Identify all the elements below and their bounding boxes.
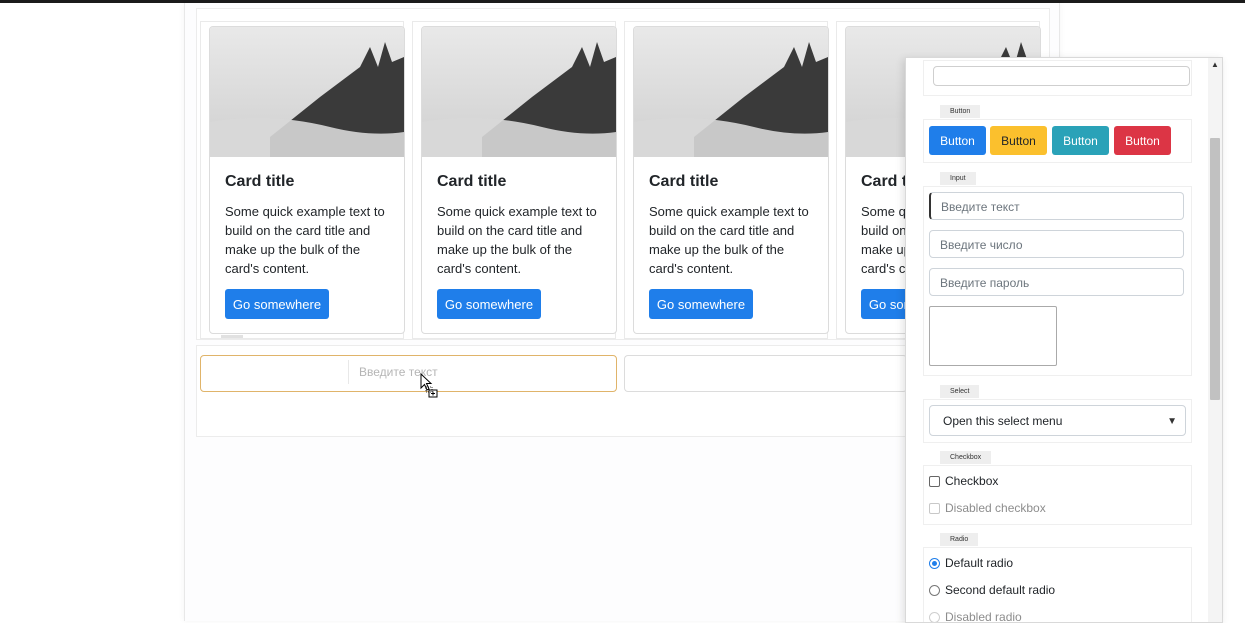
go-somewhere-button[interactable]: Go somewhere	[649, 289, 753, 319]
card: Card title Some quick example text to bu…	[633, 26, 829, 334]
card: Card title Some quick example text to bu…	[421, 26, 617, 334]
scrollbar-thumb[interactable]	[1210, 138, 1220, 400]
info-button[interactable]: Button	[1052, 126, 1109, 155]
section-label-input: Input	[940, 172, 976, 185]
second-radio-label: Second default radio	[945, 583, 1056, 597]
drag-copy-cursor-icon	[420, 373, 438, 398]
go-somewhere-button[interactable]: Go somewhere	[437, 289, 541, 319]
second-input-slot[interactable]	[624, 355, 907, 392]
select-selected-value: Open this select menu	[943, 414, 1063, 428]
checkbox[interactable]	[929, 476, 940, 487]
scroll-up-arrow-icon[interactable]: ▲	[1210, 61, 1220, 69]
card: Card title Some quick example text to bu…	[209, 26, 405, 334]
second-radio[interactable]	[929, 585, 940, 596]
go-somewhere-button[interactable]: Go somewhere	[225, 289, 329, 319]
top-component-field[interactable]	[933, 66, 1190, 86]
disabled-checkbox-label: Disabled checkbox	[945, 501, 1046, 515]
card-title: Card title	[225, 173, 295, 190]
card-image	[634, 27, 828, 157]
textarea[interactable]	[929, 306, 1057, 366]
select-menu[interactable]: Open this select menu ▼	[929, 405, 1186, 436]
default-radio[interactable]	[929, 558, 940, 569]
disabled-radio	[929, 612, 940, 622]
section-label-radio: Radio	[940, 533, 979, 546]
primary-button[interactable]: Button	[929, 126, 986, 155]
chevron-down-icon: ▼	[1167, 416, 1177, 427]
checkbox-label: Checkbox	[945, 474, 999, 488]
text-input[interactable]: Введите текст	[929, 192, 1184, 220]
card-slot[interactable]: Card title Some quick example text to bu…	[624, 21, 829, 339]
section-label-button: Button	[940, 105, 981, 118]
card-title: Card title	[649, 173, 719, 190]
danger-button[interactable]: Button	[1114, 126, 1171, 155]
password-input[interactable]: Введите пароль	[929, 268, 1184, 296]
card-text: Some quick example text to build on the …	[225, 204, 385, 276]
card-slot[interactable]: Card title Some quick example text to bu…	[412, 21, 617, 339]
default-radio-label: Default radio	[945, 556, 1014, 570]
card-slot[interactable]: Card title Some quick example text to bu…	[200, 21, 405, 339]
disabled-radio-label: Disabled radio	[945, 610, 1022, 623]
section-label-checkbox: Checkbox	[940, 451, 992, 464]
component-panel[interactable]: ▲ Button Button Button Button Button Inp…	[905, 57, 1223, 623]
card-image	[210, 27, 404, 157]
section-label-select: Select	[940, 385, 980, 398]
card-image	[422, 27, 616, 157]
card-text: Some quick example text to build on the …	[437, 204, 597, 276]
resize-handle[interactable]	[221, 335, 243, 338]
number-input[interactable]: Введите число	[929, 230, 1184, 258]
card-title: Card title	[437, 173, 507, 190]
card-text: Some quick example text to build on the …	[649, 204, 809, 276]
dragged-text-input[interactable]: Введите текст	[348, 360, 539, 384]
warning-button[interactable]: Button	[990, 126, 1047, 155]
disabled-checkbox	[929, 503, 940, 514]
